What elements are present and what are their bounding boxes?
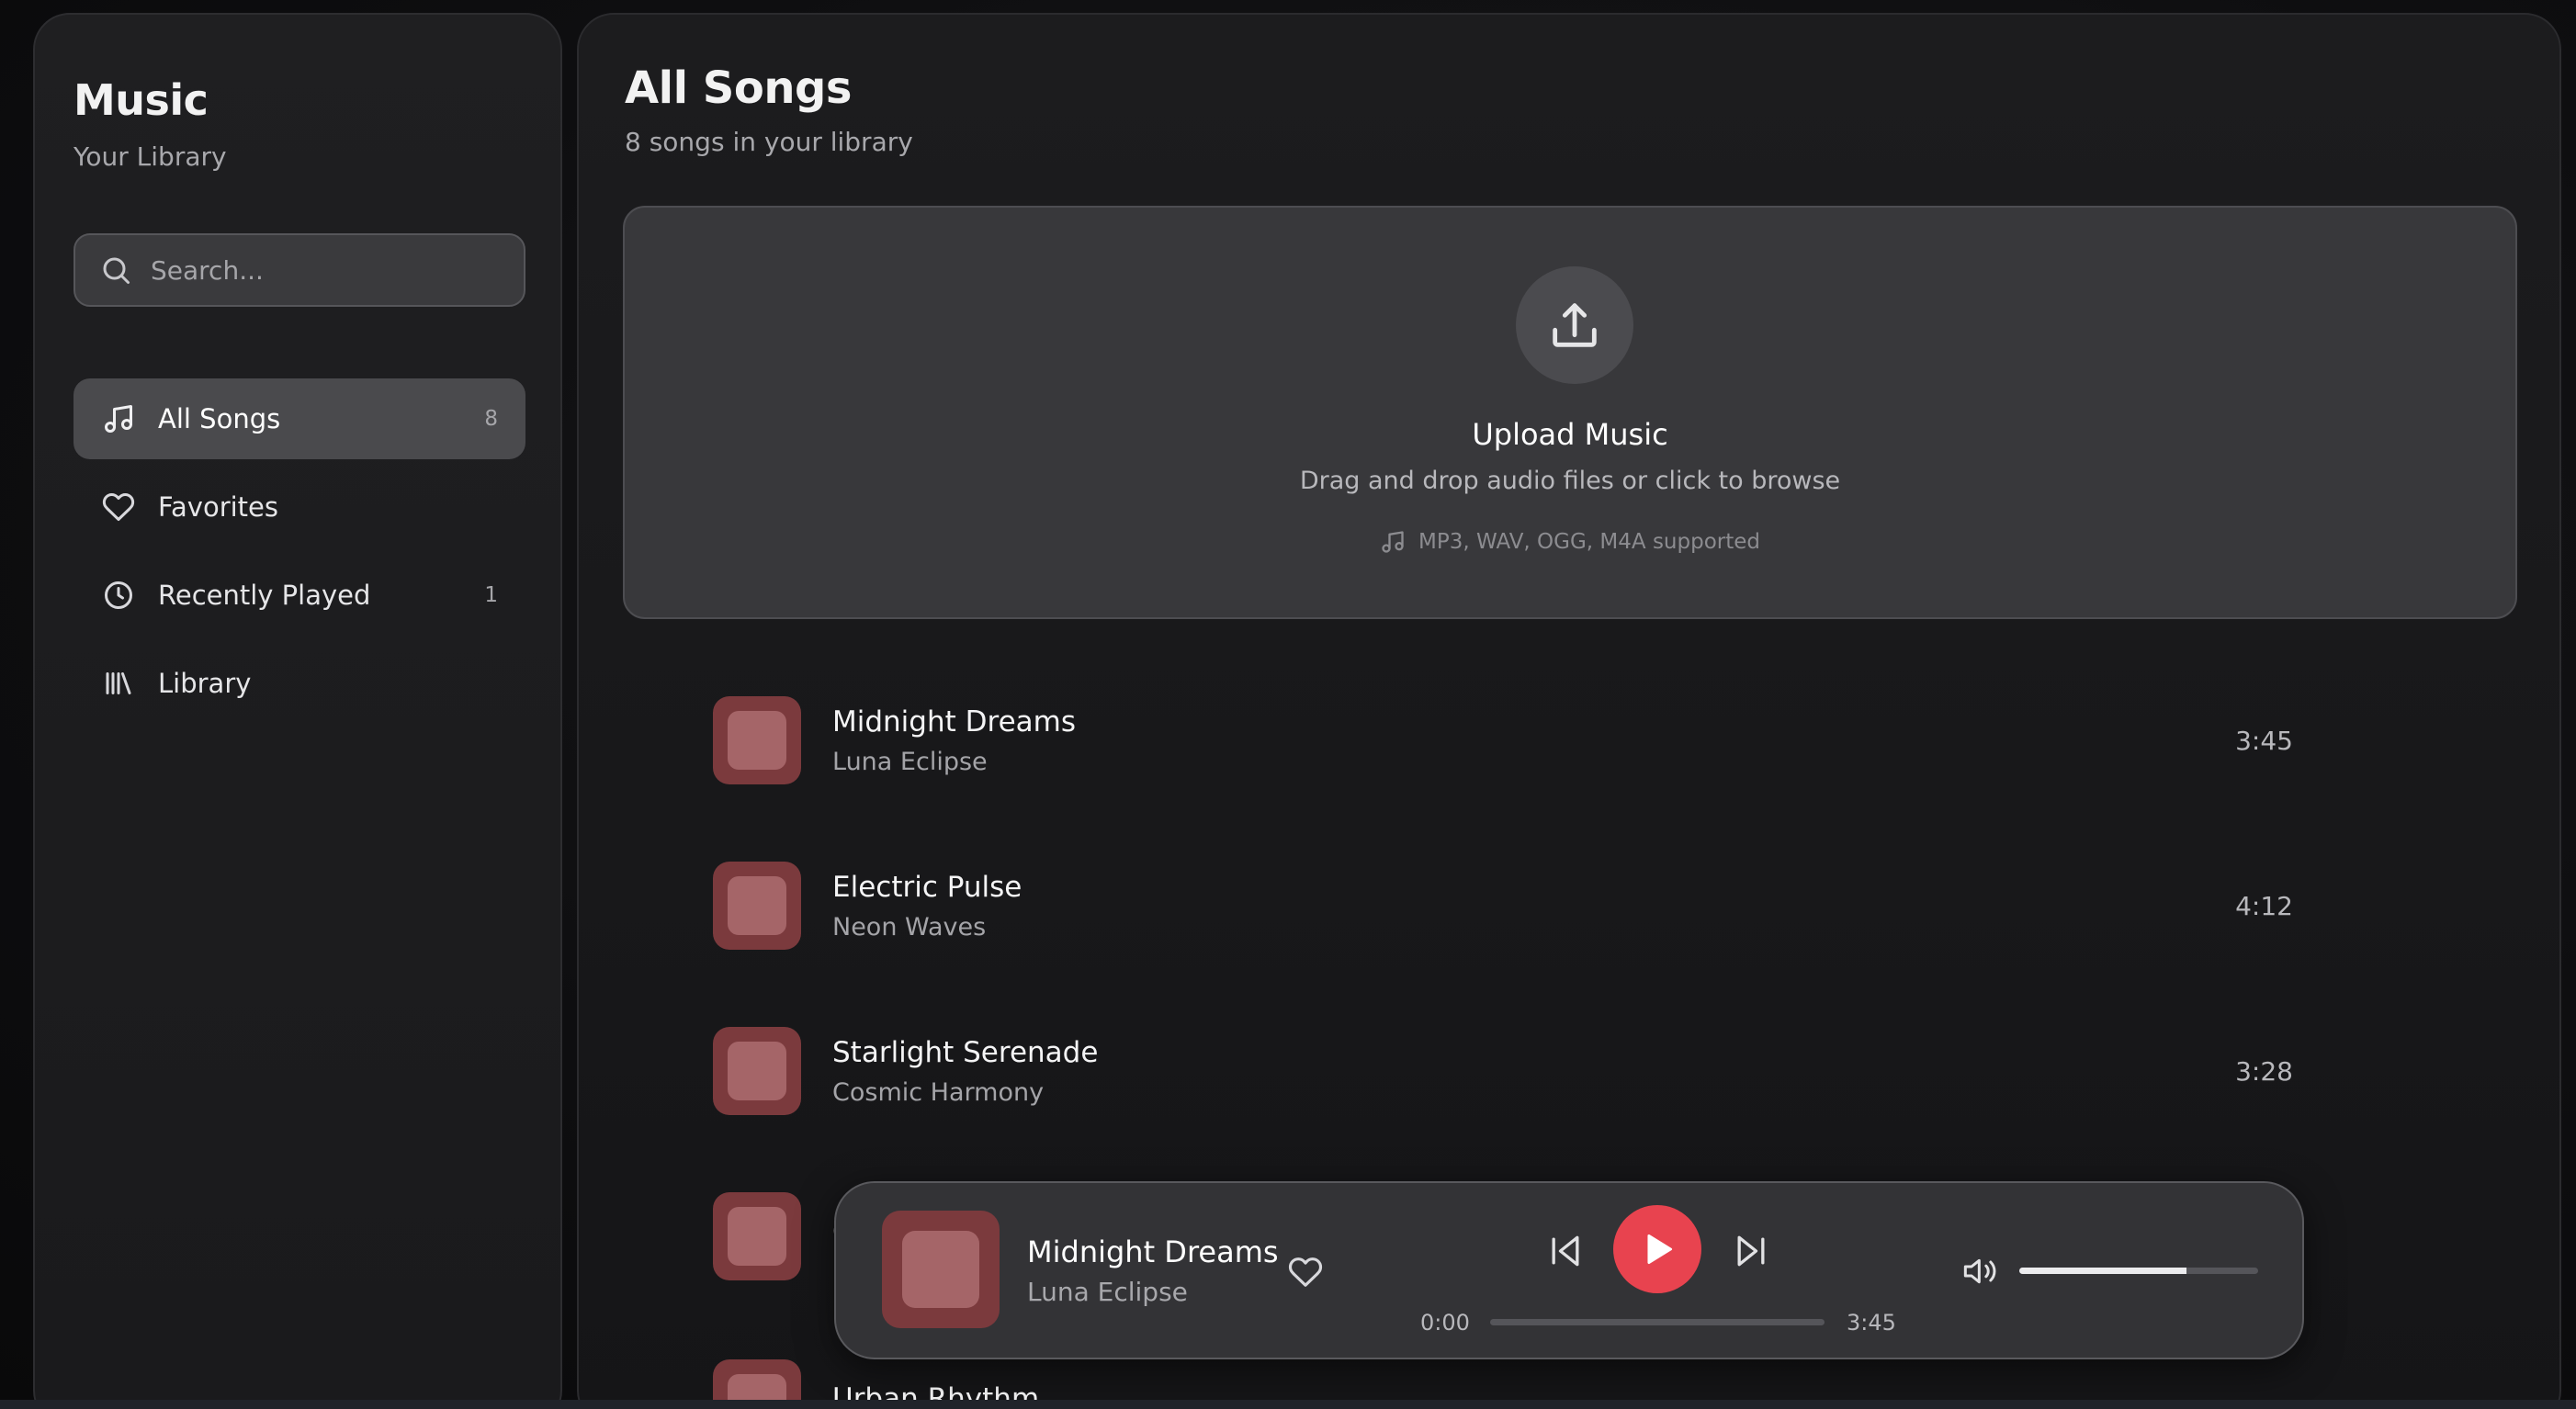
play-icon — [1647, 1234, 1673, 1265]
page-subtitle: 8 songs in your library — [625, 127, 913, 157]
volume-fill — [2019, 1268, 2186, 1274]
song-title: Starlight Serenade — [832, 1035, 1099, 1069]
volume-slider[interactable] — [2019, 1268, 2258, 1274]
music-note-icon — [101, 401, 136, 436]
sidebar-item-library[interactable]: Library — [73, 643, 525, 724]
song-row[interactable]: Midnight Dreams Luna Eclipse 3:45 — [713, 694, 2293, 786]
sidebar-item-all-songs[interactable]: All Songs 8 — [73, 378, 525, 459]
sidebar: Music Your Library All Songs 8 Favorites — [33, 13, 562, 1409]
album-art — [713, 1027, 801, 1115]
sidebar-item-count: 1 — [484, 583, 498, 607]
total-time: 3:45 — [1847, 1310, 1896, 1336]
desktop-edge — [0, 1400, 2576, 1409]
now-playing-artist: Luna Eclipse — [1027, 1277, 1188, 1307]
sidebar-nav: All Songs 8 Favorites Recently Played 1 — [73, 378, 525, 731]
song-row[interactable]: Electric Pulse Neon Waves 4:12 — [713, 860, 2293, 952]
current-time: 0:00 — [1420, 1310, 1470, 1336]
app-title: Music — [73, 75, 209, 125]
sidebar-item-label: All Songs — [158, 403, 281, 434]
song-duration: 4:12 — [2235, 890, 2293, 921]
app-subtitle: Your Library — [73, 141, 227, 172]
music-note-icon — [1382, 531, 1404, 553]
page-title: All Songs — [625, 62, 852, 114]
search-input[interactable] — [151, 254, 518, 286]
song-row[interactable]: Starlight Serenade Cosmic Harmony 3:28 — [713, 1025, 2293, 1117]
app-background: Music Your Library All Songs 8 Favorites — [0, 0, 2576, 1409]
song-title: Midnight Dreams — [832, 704, 1076, 738]
song-artist: Neon Waves — [832, 912, 987, 941]
song-duration: 3:45 — [2235, 725, 2293, 756]
album-art — [713, 696, 801, 784]
now-playing-album-art — [882, 1211, 1000, 1328]
upload-formats-text: MP3, WAV, OGG, M4A supported — [1418, 530, 1761, 554]
upload-dropzone[interactable]: Upload Music Drag and drop audio files o… — [623, 206, 2517, 619]
search-icon — [103, 257, 130, 284]
heart-icon — [101, 490, 136, 524]
clock-icon — [101, 578, 136, 613]
upload-icon — [1516, 266, 1633, 384]
album-art — [713, 1192, 801, 1280]
sidebar-item-label: Recently Played — [158, 580, 371, 611]
skip-back-icon[interactable] — [1545, 1231, 1586, 1271]
sidebar-item-recently-played[interactable]: Recently Played 1 — [73, 555, 525, 636]
song-title: Electric Pulse — [832, 870, 1022, 904]
skip-forward-icon[interactable] — [1731, 1231, 1771, 1271]
progress-bar[interactable] — [1490, 1319, 1825, 1325]
upload-description: Drag and drop audio files or click to br… — [1299, 467, 1841, 495]
now-playing-title: Midnight Dreams — [1027, 1234, 1279, 1269]
song-duration: 3:28 — [2235, 1055, 2293, 1087]
sidebar-item-count: 8 — [484, 407, 498, 431]
library-icon — [101, 666, 136, 701]
play-button[interactable] — [1613, 1205, 1701, 1293]
volume-icon[interactable] — [1962, 1253, 1999, 1290]
song-artist: Luna Eclipse — [832, 747, 988, 776]
sidebar-item-label: Favorites — [158, 491, 278, 523]
sidebar-item-label: Library — [158, 668, 252, 699]
upload-formats: MP3, WAV, OGG, M4A supported — [625, 529, 2515, 555]
now-playing-bar: Midnight Dreams Luna Eclipse 0:00 3:45 — [834, 1181, 2304, 1359]
search-box[interactable] — [73, 233, 525, 307]
sidebar-item-favorites[interactable]: Favorites — [73, 467, 525, 547]
song-artist: Cosmic Harmony — [832, 1077, 1045, 1107]
favorite-heart-icon[interactable] — [1288, 1255, 1323, 1290]
album-art — [713, 862, 801, 950]
upload-title: Upload Music — [1472, 417, 1668, 452]
